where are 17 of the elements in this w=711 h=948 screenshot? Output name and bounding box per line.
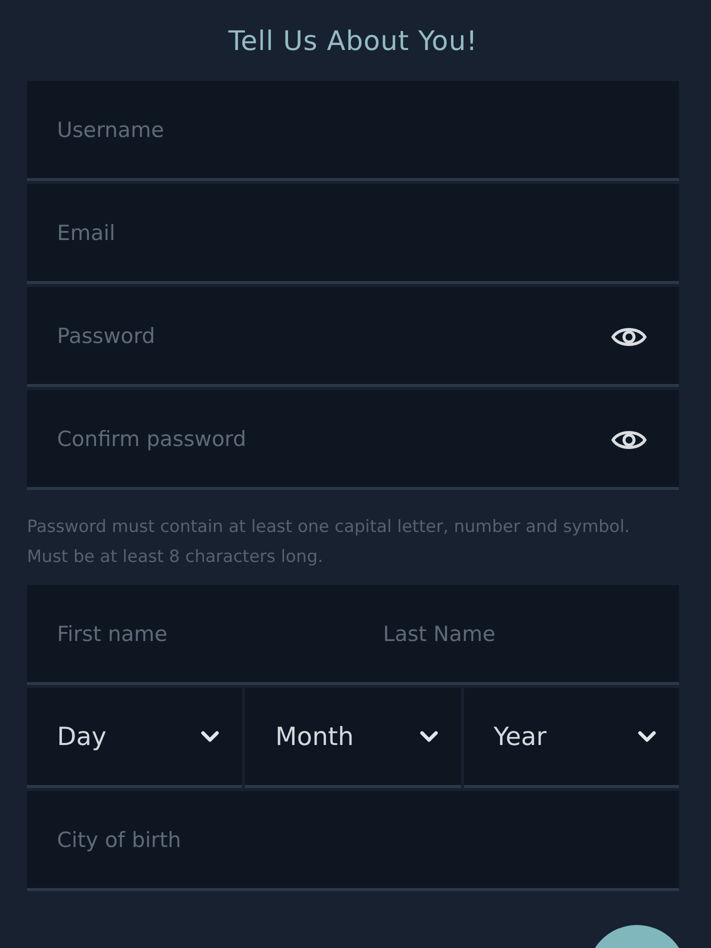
input-field[interactable]: Password <box>27 287 679 387</box>
input-field[interactable]: First name <box>27 585 353 685</box>
eye-icon[interactable] <box>611 428 647 452</box>
input-field[interactable]: City of birth <box>27 791 679 891</box>
input-field[interactable]: Email <box>27 184 679 284</box>
chevron-down-icon <box>200 730 220 744</box>
dropdown[interactable]: Day <box>27 688 242 788</box>
page-title: Tell Us About You! <box>227 25 479 59</box>
input-field[interactable]: Last Name <box>353 585 679 685</box>
input-field[interactable]: Username <box>27 81 679 181</box>
password-hint: Password must contain at least one capital letter, number and symbol. Must be at least 8 characters long. <box>27 516 631 569</box>
chevron-down-icon <box>636 730 657 744</box>
chevron-down-icon <box>418 730 439 744</box>
eye-icon[interactable] <box>611 325 647 349</box>
dropdown[interactable]: Month <box>245 688 461 788</box>
input-field[interactable]: Confirm password <box>27 390 679 490</box>
dropdown[interactable]: Year <box>464 688 679 788</box>
